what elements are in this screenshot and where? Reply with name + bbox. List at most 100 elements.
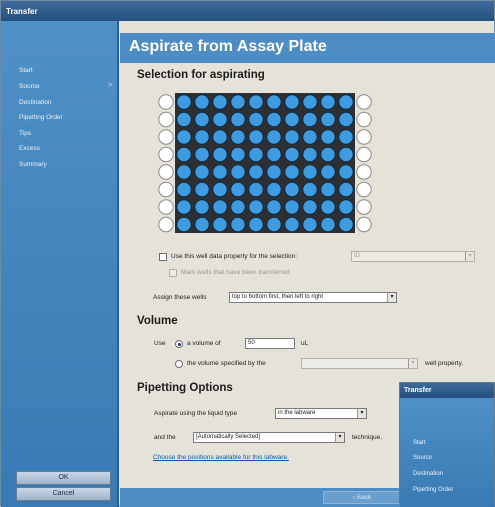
second-sidebar-item-pipetting-order[interactable]: Pipetting Order [413, 487, 453, 493]
technique-select[interactable]: [Automatically Selected] ▾ [193, 432, 345, 443]
well-empty[interactable] [356, 181, 372, 198]
well-selected[interactable] [338, 216, 354, 233]
second-sidebar-item-start[interactable]: Start [413, 440, 426, 446]
well-selected[interactable] [266, 146, 282, 163]
well-selected[interactable] [320, 146, 336, 163]
well-empty[interactable] [356, 199, 372, 215]
well-plate-grid[interactable] [156, 93, 376, 233]
well-empty[interactable] [158, 164, 174, 180]
well-empty[interactable] [158, 199, 174, 215]
well-selected[interactable] [266, 199, 282, 215]
assign-select[interactable]: top to bottom first, then left to right … [229, 292, 397, 303]
well-selected[interactable] [248, 146, 264, 163]
well-selected[interactable] [302, 94, 318, 110]
well-selected[interactable] [248, 129, 264, 145]
mark-transferred-checkbox[interactable] [169, 269, 177, 277]
liquid-type-select[interactable]: in the labware ▾ [275, 408, 367, 419]
well-selected[interactable] [230, 181, 246, 198]
well-selected[interactable] [302, 181, 318, 198]
well-selected[interactable] [266, 111, 282, 128]
well-selected[interactable] [248, 199, 264, 215]
well-selected[interactable] [266, 94, 282, 110]
ok-button[interactable]: OK [16, 471, 111, 485]
well-selected[interactable] [284, 216, 300, 233]
sidebar-item-summary[interactable]: Summary [19, 161, 47, 168]
well-selected[interactable] [302, 216, 318, 233]
well-selected[interactable] [266, 164, 282, 180]
volume-property-radio[interactable] [175, 360, 183, 368]
sidebar-item-destination[interactable]: Destination [19, 99, 52, 106]
well-selected[interactable] [212, 164, 228, 180]
well-selected[interactable] [338, 199, 354, 215]
well-selected[interactable] [194, 164, 210, 180]
well-selected[interactable] [230, 111, 246, 128]
well-selected[interactable] [302, 146, 318, 163]
well-selected[interactable] [194, 146, 210, 163]
well-empty[interactable] [356, 94, 372, 110]
well-selected[interactable] [212, 181, 228, 198]
well-selected[interactable] [212, 94, 228, 110]
well-selected[interactable] [320, 111, 336, 128]
well-selected[interactable] [230, 129, 246, 145]
well-selected[interactable] [284, 111, 300, 128]
well-selected[interactable] [302, 164, 318, 180]
well-selected[interactable] [212, 216, 228, 233]
well-selected[interactable] [248, 111, 264, 128]
well-selected[interactable] [338, 146, 354, 163]
well-selected[interactable] [284, 146, 300, 163]
well-empty[interactable] [158, 94, 174, 110]
well-selected[interactable] [320, 164, 336, 180]
well-selected[interactable] [230, 216, 246, 233]
well-selected[interactable] [194, 199, 210, 215]
well-empty[interactable] [158, 216, 174, 233]
well-selected[interactable] [284, 94, 300, 110]
well-empty[interactable] [356, 216, 372, 233]
well-empty[interactable] [356, 111, 372, 128]
well-selected[interactable] [194, 216, 210, 233]
well-selected[interactable] [248, 94, 264, 110]
well-empty[interactable] [158, 129, 174, 145]
well-selected[interactable] [302, 111, 318, 128]
well-empty[interactable] [158, 111, 174, 128]
well-selected[interactable] [176, 94, 192, 110]
well-selected[interactable] [248, 164, 264, 180]
well-empty[interactable] [356, 164, 372, 180]
choose-positions-link[interactable]: Choose the positions available for this … [153, 454, 289, 461]
well-selected[interactable] [320, 181, 336, 198]
back-button[interactable]: ‹ Back [323, 491, 401, 504]
well-selected[interactable] [230, 94, 246, 110]
well-selected[interactable] [248, 181, 264, 198]
well-selected[interactable] [212, 199, 228, 215]
well-selected[interactable] [284, 181, 300, 198]
cancel-button[interactable]: Cancel [16, 487, 111, 501]
well-empty[interactable] [356, 146, 372, 163]
well-selected[interactable] [176, 216, 192, 233]
well-selected[interactable] [266, 216, 282, 233]
well-selected[interactable] [320, 129, 336, 145]
well-selected[interactable] [194, 129, 210, 145]
well-selected[interactable] [194, 181, 210, 198]
well-selected[interactable] [176, 164, 192, 180]
sidebar-item-source[interactable]: Source [19, 83, 40, 90]
well-selected[interactable] [230, 146, 246, 163]
well-selected[interactable] [284, 199, 300, 215]
well-selected[interactable] [230, 164, 246, 180]
well-selected[interactable] [320, 94, 336, 110]
well-selected[interactable] [302, 199, 318, 215]
well-selected[interactable] [176, 181, 192, 198]
well-selected[interactable] [176, 146, 192, 163]
second-sidebar-item-destination[interactable]: Destination [413, 471, 443, 477]
well-selected[interactable] [338, 94, 354, 110]
well-selected[interactable] [320, 216, 336, 233]
volume-property-select[interactable]: ▾ [301, 358, 418, 369]
sidebar-item-pipetting-order[interactable]: Pipetting Order [19, 114, 63, 121]
use-property-checkbox[interactable] [159, 253, 167, 261]
well-selected[interactable] [176, 111, 192, 128]
second-sidebar-item-source[interactable]: Source [413, 455, 432, 461]
well-selected[interactable] [338, 129, 354, 145]
well-selected[interactable] [248, 216, 264, 233]
well-selected[interactable] [284, 129, 300, 145]
well-empty[interactable] [158, 146, 174, 163]
property-select[interactable]: ID ▾ [351, 251, 475, 262]
volume-input[interactable]: 50 [245, 338, 295, 349]
